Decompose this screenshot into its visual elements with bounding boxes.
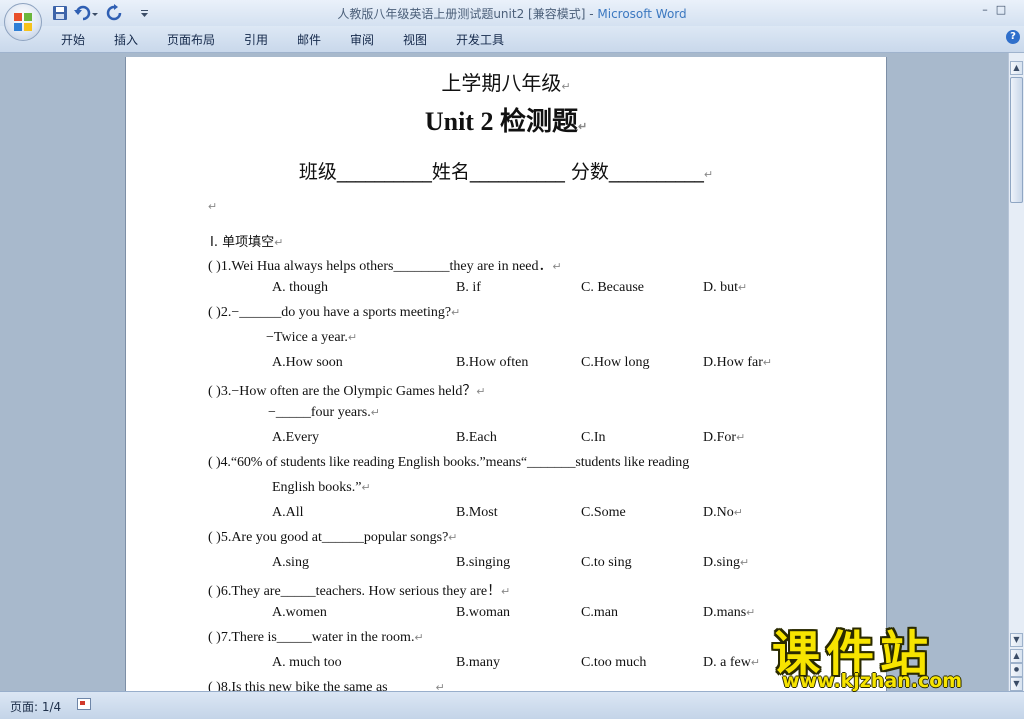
page-counter[interactable]: 页面: 1/4 — [10, 698, 61, 715]
question-4: ( )4.“60% of students like reading Engli… — [208, 455, 690, 470]
q3-option-c: C.In — [581, 430, 606, 445]
question-2-answer: −Twice a year.↵ — [266, 330, 358, 345]
q4-option-b: B.Most — [456, 505, 498, 520]
tab-view[interactable]: 视图 — [403, 31, 427, 48]
q1-option-c: C. Because — [581, 280, 644, 295]
q6-option-a: A.women — [272, 605, 327, 620]
q5-option-c: C.to sing — [581, 555, 632, 570]
q6-option-d: D.mans↵ — [703, 605, 756, 620]
tab-references[interactable]: 引用 — [244, 31, 268, 48]
office-button[interactable] — [4, 3, 42, 41]
question-5: ( )5.Are you good at______popular songs?… — [208, 530, 458, 545]
document-page[interactable]: 上学期八年级↵ Unit 2 检测题↵ 班级__________姓名______… — [126, 57, 886, 691]
scroll-down-button[interactable]: ▼ — [1010, 633, 1023, 647]
scroll-up-button[interactable]: ▲ — [1010, 61, 1023, 75]
q4-option-d: D.No↵ — [703, 505, 743, 520]
question-2: ( )2.−______do you have a sports meeting… — [208, 305, 461, 320]
tab-page-layout[interactable]: 页面布局 — [167, 31, 215, 48]
q1-option-a: A. though — [272, 280, 328, 295]
question-3: ( )3.−How often are the Olympic Games he… — [208, 384, 486, 399]
tab-mailings[interactable]: 邮件 — [297, 31, 321, 48]
q1-option-d: D. but↵ — [703, 280, 748, 295]
q3-option-a: A.Every — [272, 430, 320, 445]
question-3-answer: −_____four years.↵ — [268, 405, 380, 420]
q2-option-b: B.How often — [456, 355, 529, 370]
question-4-cont: English books.”↵ — [272, 480, 371, 495]
q3-option-d: D.For↵ — [703, 430, 746, 445]
kjzhan-watermark: 课件站 www.kjzhan.com — [772, 614, 1008, 692]
section-title: Ⅰ. 单项填空↵ — [210, 235, 284, 250]
question-1: ( )1.Wei Hua always helps others________… — [208, 259, 562, 274]
status-bar: 页面: 1/4 — [0, 691, 1024, 719]
q7-option-a: A. much too — [272, 655, 342, 670]
vertical-scrollbar[interactable]: ▲ ▼ ▲ ● ▼ — [1008, 53, 1024, 691]
scroll-thumb[interactable] — [1010, 77, 1023, 203]
q6-option-b: B.woman — [456, 605, 511, 620]
tab-insert[interactable]: 插入 — [114, 31, 138, 48]
q7-option-c: C.too much — [581, 655, 647, 670]
select-browse-object-button[interactable]: ● — [1010, 663, 1023, 677]
office-button-icon — [14, 13, 32, 31]
window-title: 人教版八年级英语上册测试题unit2 [兼容模式] - Microsoft Wo… — [337, 7, 687, 21]
q5-option-b: B.singing — [456, 555, 511, 570]
question-7: ( )7.There is_____water in the room.↵ — [208, 630, 424, 645]
q6-option-c: C.man — [581, 605, 618, 620]
q2-option-d: D.How far↵ — [703, 355, 773, 370]
q4-option-c: C.Some — [581, 505, 626, 520]
watermark-url: www.kjzhan.com — [782, 670, 963, 692]
q7-option-d: D. a few↵ — [703, 655, 761, 670]
tab-home[interactable]: 开始 — [61, 31, 85, 48]
previous-page-button[interactable]: ▲ — [1010, 649, 1023, 663]
info-line: 班级__________姓名__________ 分数__________↵ — [298, 161, 714, 183]
next-page-button[interactable]: ▼ — [1010, 677, 1023, 691]
tab-review[interactable]: 审阅 — [350, 31, 374, 48]
heading-unit: Unit 2 检测题↵ — [424, 107, 588, 136]
q3-option-b: B.Each — [456, 430, 497, 445]
ribbon-tab-bar: 开始 插入 页面布局 引用 邮件 审阅 视图 开发工具 ? — [0, 26, 1024, 53]
q1-option-b: B. if — [456, 280, 481, 295]
q7-option-b: B.many — [456, 655, 500, 670]
heading-grade: 上学期八年级↵ — [441, 71, 571, 95]
tab-developer[interactable]: 开发工具 — [456, 31, 504, 48]
q2-option-a: A.How soon — [272, 355, 343, 370]
document-area: 上学期八年级↵ Unit 2 检测题↵ 班级__________姓名______… — [0, 53, 1008, 691]
proofing-status-icon[interactable] — [77, 698, 91, 710]
q4-option-a: A.All — [272, 505, 304, 520]
title-bar: 人教版八年级英语上册测试题unit2 [兼容模式] - Microsoft Wo… — [0, 0, 1024, 41]
help-icon[interactable]: ? — [1006, 30, 1020, 44]
question-8: ( )8.Is this new bike the same as ↵ — [208, 680, 445, 691]
maximize-icon[interactable]: □ — [992, 2, 1010, 18]
empty-paragraph: ↵ — [208, 201, 218, 213]
q5-option-d: D.sing↵ — [703, 555, 750, 570]
q5-option-a: A.sing — [272, 555, 309, 570]
question-6: ( )6.They are_____teachers. How serious … — [208, 584, 511, 599]
q2-option-c: C.How long — [581, 355, 650, 370]
